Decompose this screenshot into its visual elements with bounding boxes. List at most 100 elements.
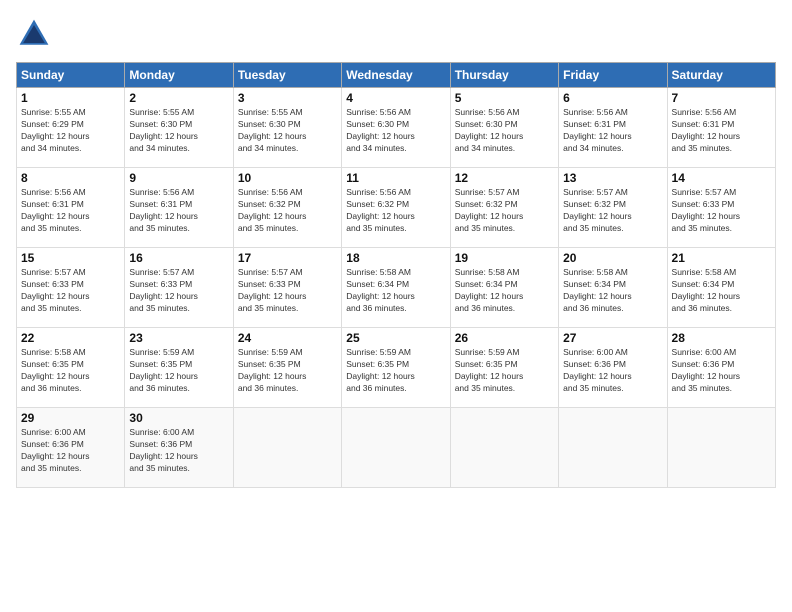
day-info: Sunrise: 5:56 AM Sunset: 6:31 PM Dayligh… bbox=[672, 107, 771, 155]
calendar-cell: 7 Sunrise: 5:56 AM Sunset: 6:31 PM Daylig… bbox=[667, 88, 775, 168]
calendar-cell bbox=[450, 408, 558, 488]
day-info: Sunrise: 5:57 AM Sunset: 6:32 PM Dayligh… bbox=[455, 187, 554, 235]
day-info: Sunrise: 5:59 AM Sunset: 6:35 PM Dayligh… bbox=[346, 347, 445, 395]
day-info: Sunrise: 5:57 AM Sunset: 6:33 PM Dayligh… bbox=[21, 267, 120, 315]
day-number: 16 bbox=[129, 251, 228, 265]
calendar-cell bbox=[559, 408, 667, 488]
day-info: Sunrise: 5:59 AM Sunset: 6:35 PM Dayligh… bbox=[238, 347, 337, 395]
calendar-cell: 2 Sunrise: 5:55 AM Sunset: 6:30 PM Daylig… bbox=[125, 88, 233, 168]
day-info: Sunrise: 5:56 AM Sunset: 6:30 PM Dayligh… bbox=[455, 107, 554, 155]
day-number: 17 bbox=[238, 251, 337, 265]
calendar-table: SundayMondayTuesdayWednesdayThursdayFrid… bbox=[16, 62, 776, 488]
day-info: Sunrise: 5:55 AM Sunset: 6:30 PM Dayligh… bbox=[238, 107, 337, 155]
calendar-cell: 18 Sunrise: 5:58 AM Sunset: 6:34 PM Dayli… bbox=[342, 248, 450, 328]
col-header-sunday: Sunday bbox=[17, 63, 125, 88]
day-info: Sunrise: 5:58 AM Sunset: 6:34 PM Dayligh… bbox=[455, 267, 554, 315]
day-number: 10 bbox=[238, 171, 337, 185]
day-info: Sunrise: 5:56 AM Sunset: 6:31 PM Dayligh… bbox=[129, 187, 228, 235]
calendar-cell: 22Sunrise: 5:58 AM Sunset: 6:35 PM Dayli… bbox=[17, 328, 125, 408]
calendar-cell: 30 Sunrise: 6:00 AM Sunset: 6:36 PM Dayli… bbox=[125, 408, 233, 488]
day-info: Sunrise: 5:56 AM Sunset: 6:32 PM Dayligh… bbox=[238, 187, 337, 235]
day-info: Sunrise: 6:00 AM Sunset: 6:36 PM Dayligh… bbox=[672, 347, 771, 395]
day-info: Sunrise: 6:00 AM Sunset: 6:36 PM Dayligh… bbox=[129, 427, 228, 475]
calendar-cell: 4 Sunrise: 5:56 AM Sunset: 6:30 PM Daylig… bbox=[342, 88, 450, 168]
day-info: Sunrise: 5:58 AM Sunset: 6:34 PM Dayligh… bbox=[563, 267, 662, 315]
day-number: 25 bbox=[346, 331, 445, 345]
day-number: 14 bbox=[672, 171, 771, 185]
col-header-monday: Monday bbox=[125, 63, 233, 88]
day-number: 19 bbox=[455, 251, 554, 265]
day-number: 3 bbox=[238, 91, 337, 105]
day-info: Sunrise: 5:56 AM Sunset: 6:31 PM Dayligh… bbox=[563, 107, 662, 155]
day-number: 13 bbox=[563, 171, 662, 185]
day-number: 23 bbox=[129, 331, 228, 345]
day-number: 21 bbox=[672, 251, 771, 265]
day-number: 29 bbox=[21, 411, 120, 425]
day-number: 20 bbox=[563, 251, 662, 265]
day-number: 12 bbox=[455, 171, 554, 185]
day-info: Sunrise: 5:55 AM Sunset: 6:30 PM Dayligh… bbox=[129, 107, 228, 155]
day-info: Sunrise: 6:00 AM Sunset: 6:36 PM Dayligh… bbox=[21, 427, 120, 475]
day-info: Sunrise: 5:58 AM Sunset: 6:34 PM Dayligh… bbox=[346, 267, 445, 315]
calendar-cell: 5 Sunrise: 5:56 AM Sunset: 6:30 PM Daylig… bbox=[450, 88, 558, 168]
day-number: 24 bbox=[238, 331, 337, 345]
calendar-cell: 9 Sunrise: 5:56 AM Sunset: 6:31 PM Daylig… bbox=[125, 168, 233, 248]
calendar-cell: 24 Sunrise: 5:59 AM Sunset: 6:35 PM Dayli… bbox=[233, 328, 341, 408]
day-number: 15 bbox=[21, 251, 120, 265]
calendar-cell: 25 Sunrise: 5:59 AM Sunset: 6:35 PM Dayli… bbox=[342, 328, 450, 408]
day-info: Sunrise: 5:59 AM Sunset: 6:35 PM Dayligh… bbox=[129, 347, 228, 395]
calendar-cell: 17 Sunrise: 5:57 AM Sunset: 6:33 PM Dayli… bbox=[233, 248, 341, 328]
day-number: 9 bbox=[129, 171, 228, 185]
day-info: Sunrise: 5:56 AM Sunset: 6:32 PM Dayligh… bbox=[346, 187, 445, 235]
day-info: Sunrise: 5:59 AM Sunset: 6:35 PM Dayligh… bbox=[455, 347, 554, 395]
day-number: 27 bbox=[563, 331, 662, 345]
col-header-saturday: Saturday bbox=[667, 63, 775, 88]
col-header-thursday: Thursday bbox=[450, 63, 558, 88]
calendar-cell: 29 Sunrise: 6:00 AM Sunset: 6:36 PM Dayli… bbox=[17, 408, 125, 488]
day-info: Sunrise: 5:55 AM Sunset: 6:29 PM Dayligh… bbox=[21, 107, 120, 155]
calendar-cell: 13Sunrise: 5:57 AM Sunset: 6:32 PM Dayli… bbox=[559, 168, 667, 248]
calendar-cell: 8 Sunrise: 5:56 AM Sunset: 6:31 PM Daylig… bbox=[17, 168, 125, 248]
page: SundayMondayTuesdayWednesdayThursdayFrid… bbox=[0, 0, 792, 612]
col-header-friday: Friday bbox=[559, 63, 667, 88]
day-number: 4 bbox=[346, 91, 445, 105]
day-number: 30 bbox=[129, 411, 228, 425]
calendar-cell: 26 Sunrise: 5:59 AM Sunset: 6:35 PM Dayli… bbox=[450, 328, 558, 408]
col-header-tuesday: Tuesday bbox=[233, 63, 341, 88]
day-number: 1 bbox=[21, 91, 120, 105]
day-info: Sunrise: 5:56 AM Sunset: 6:31 PM Dayligh… bbox=[21, 187, 120, 235]
calendar-cell: 15 Sunrise: 5:57 AM Sunset: 6:33 PM Dayli… bbox=[17, 248, 125, 328]
col-header-wednesday: Wednesday bbox=[342, 63, 450, 88]
calendar-cell: 28 Sunrise: 6:00 AM Sunset: 6:36 PM Dayli… bbox=[667, 328, 775, 408]
day-number: 7 bbox=[672, 91, 771, 105]
day-info: Sunrise: 5:57 AM Sunset: 6:33 PM Dayligh… bbox=[238, 267, 337, 315]
calendar-cell bbox=[342, 408, 450, 488]
calendar-cell bbox=[233, 408, 341, 488]
day-number: 18 bbox=[346, 251, 445, 265]
day-info: Sunrise: 5:58 AM Sunset: 6:35 PM Dayligh… bbox=[21, 347, 120, 395]
day-info: Sunrise: 5:57 AM Sunset: 6:33 PM Dayligh… bbox=[129, 267, 228, 315]
calendar-cell: 6Sunrise: 5:56 AM Sunset: 6:31 PM Daylig… bbox=[559, 88, 667, 168]
day-info: Sunrise: 5:58 AM Sunset: 6:34 PM Dayligh… bbox=[672, 267, 771, 315]
calendar-cell: 1 Sunrise: 5:55 AM Sunset: 6:29 PM Daylig… bbox=[17, 88, 125, 168]
calendar-cell: 27 Sunrise: 6:00 AM Sunset: 6:36 PM Dayli… bbox=[559, 328, 667, 408]
day-number: 28 bbox=[672, 331, 771, 345]
calendar-cell bbox=[667, 408, 775, 488]
day-info: Sunrise: 5:57 AM Sunset: 6:33 PM Dayligh… bbox=[672, 187, 771, 235]
day-info: Sunrise: 5:56 AM Sunset: 6:30 PM Dayligh… bbox=[346, 107, 445, 155]
day-info: Sunrise: 6:00 AM Sunset: 6:36 PM Dayligh… bbox=[563, 347, 662, 395]
logo-icon bbox=[16, 16, 52, 52]
day-number: 5 bbox=[455, 91, 554, 105]
calendar-cell: 23 Sunrise: 5:59 AM Sunset: 6:35 PM Dayli… bbox=[125, 328, 233, 408]
day-number: 26 bbox=[455, 331, 554, 345]
calendar-cell: 21 Sunrise: 5:58 AM Sunset: 6:34 PM Dayli… bbox=[667, 248, 775, 328]
calendar-cell: 3 Sunrise: 5:55 AM Sunset: 6:30 PM Daylig… bbox=[233, 88, 341, 168]
logo bbox=[16, 16, 56, 52]
calendar-cell: 11 Sunrise: 5:56 AM Sunset: 6:32 PM Dayli… bbox=[342, 168, 450, 248]
calendar-cell: 16 Sunrise: 5:57 AM Sunset: 6:33 PM Dayli… bbox=[125, 248, 233, 328]
calendar-cell: 12 Sunrise: 5:57 AM Sunset: 6:32 PM Dayli… bbox=[450, 168, 558, 248]
calendar-cell: 10 Sunrise: 5:56 AM Sunset: 6:32 PM Dayli… bbox=[233, 168, 341, 248]
day-number: 11 bbox=[346, 171, 445, 185]
day-number: 2 bbox=[129, 91, 228, 105]
day-number: 8 bbox=[21, 171, 120, 185]
